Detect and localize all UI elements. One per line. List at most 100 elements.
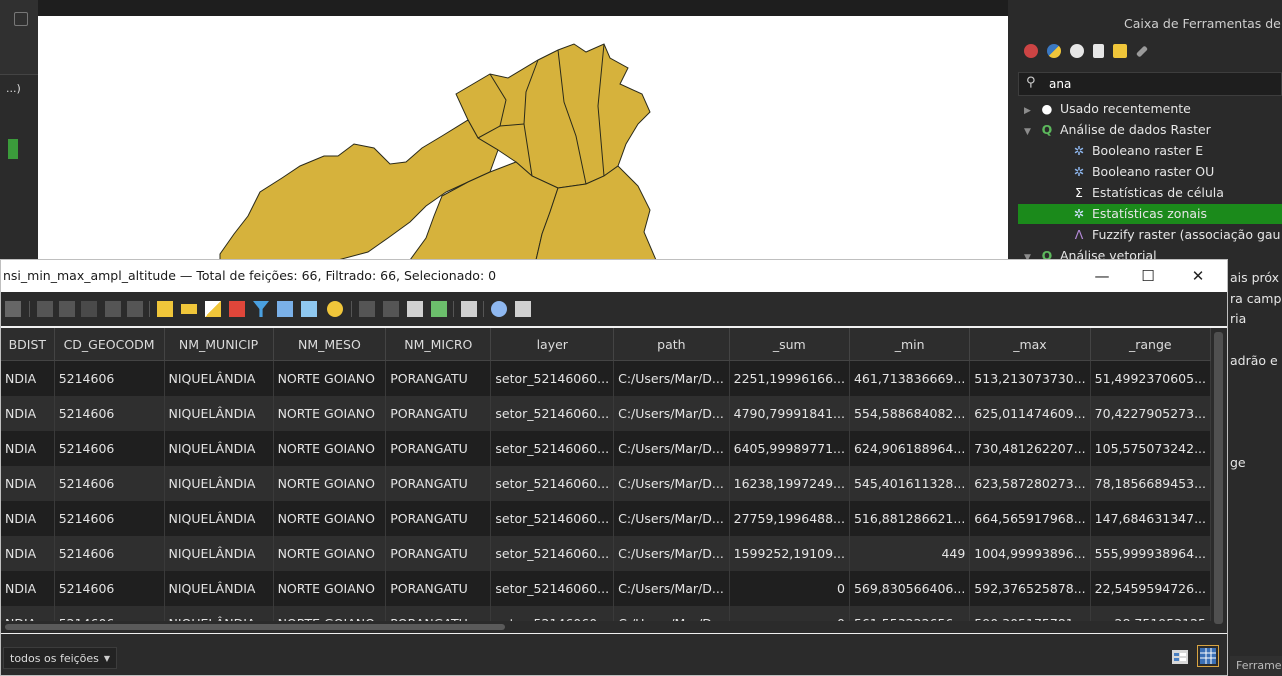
table-cell[interactable]: NORTE GOIANO	[273, 466, 387, 501]
tree-item-zonal-statistics[interactable]: ✲ Estatísticas zonais	[1018, 204, 1282, 224]
horizontal-scrollbar[interactable]	[1, 621, 1211, 633]
table-cell[interactable]: 5214606	[54, 396, 165, 431]
table-cell[interactable]: NDIA	[1, 466, 55, 501]
table-cell[interactable]: PORANGATU	[385, 536, 492, 571]
table-cell[interactable]: 625,011474609...	[969, 396, 1091, 431]
tree-item-raster-analysis[interactable]: ▼ Q Análise de dados Raster	[1024, 120, 1211, 140]
table-cell[interactable]: NORTE GOIANO	[273, 536, 387, 571]
table-cell[interactable]: PORANGATU	[385, 396, 492, 431]
save-edits-icon[interactable]	[59, 301, 75, 317]
table-cell[interactable]: NDIA	[1, 396, 55, 431]
move-selection-top-icon[interactable]	[277, 301, 293, 317]
table-cell[interactable]: 664,565917968...	[969, 501, 1091, 536]
tree-item-boolean-raster-and[interactable]: ✲ Booleano raster E	[1070, 141, 1203, 161]
select-all-icon[interactable]	[181, 304, 197, 314]
table-cell[interactable]: setor_52146060...	[490, 571, 615, 606]
scrollbar-thumb[interactable]	[1214, 332, 1223, 624]
feature-filter-dropdown[interactable]: todos os feições ▼	[3, 647, 117, 669]
options-wrench-icon[interactable]	[1135, 44, 1149, 58]
table-row[interactable]: NDIA5214606NIQUELÂNDIANORTE GOIANOPORANG…	[1, 501, 1211, 536]
new-field-icon[interactable]	[359, 301, 375, 317]
deselect-all-icon[interactable]	[229, 301, 245, 317]
table-cell[interactable]: 1599252,19109...	[729, 536, 850, 571]
table-cell[interactable]: 27759,1996488...	[729, 501, 850, 536]
table-cell[interactable]: PORANGATU	[385, 501, 492, 536]
table-cell[interactable]: 16238,1997249...	[729, 466, 850, 501]
column-header[interactable]: _sum	[729, 328, 850, 361]
vertical-scrollbar[interactable]	[1211, 328, 1227, 633]
table-cell[interactable]: 78,1856689453...	[1090, 466, 1211, 501]
table-cell[interactable]: C:/Users/Mar/D...	[613, 466, 730, 501]
table-cell[interactable]: setor_52146060...	[490, 466, 615, 501]
table-cell[interactable]: NIQUELÂNDIA	[164, 501, 274, 536]
table-cell[interactable]: 4790,79991841...	[729, 396, 850, 431]
table-cell[interactable]: C:/Users/Mar/D...	[613, 501, 730, 536]
table-cell[interactable]: PORANGATU	[385, 360, 492, 396]
table-cell[interactable]: 624,906188964...	[849, 431, 971, 466]
table-cell[interactable]: 0	[729, 571, 850, 606]
maximize-button[interactable]: ☐	[1125, 262, 1171, 290]
table-cell[interactable]: 2251,19996166...	[729, 360, 850, 396]
table-cell[interactable]: setor_52146060...	[490, 536, 615, 571]
table-cell[interactable]: 461,713836669...	[849, 360, 971, 396]
table-cell[interactable]: 6405,99989771...	[729, 431, 850, 466]
table-cell[interactable]: 5214606	[54, 431, 165, 466]
map-canvas[interactable]	[38, 16, 1008, 260]
table-cell[interactable]: C:/Users/Mar/D...	[613, 536, 730, 571]
edit-rendering-icon[interactable]	[1113, 44, 1127, 58]
table-cell[interactable]: 449	[849, 536, 971, 571]
scrollbar-thumb[interactable]	[5, 624, 505, 630]
conditional-formatting-icon[interactable]	[461, 301, 477, 317]
history-icon[interactable]	[1070, 44, 1084, 58]
table-cell[interactable]: NORTE GOIANO	[273, 571, 387, 606]
column-header[interactable]: NM_MICRO	[385, 328, 492, 361]
table-cell[interactable]: PORANGATU	[385, 571, 492, 606]
table-view-icon[interactable]	[1197, 645, 1219, 667]
tree-item-recent[interactable]: ▶ ● Usado recentemente	[1024, 99, 1191, 119]
column-header[interactable]: NM_MESO	[273, 328, 387, 361]
table-row[interactable]: NDIA5214606NIQUELÂNDIANORTE GOIANOPORANG…	[1, 360, 1211, 396]
table-cell[interactable]: 730,481262207...	[969, 431, 1091, 466]
table-cell[interactable]: 569,830566406...	[849, 571, 971, 606]
python-icon[interactable]	[1047, 44, 1061, 58]
add-feature-icon[interactable]	[105, 301, 121, 317]
select-by-expression-icon[interactable]	[157, 301, 173, 317]
table-cell[interactable]: NIQUELÂNDIA	[164, 396, 274, 431]
table-cell[interactable]: setor_52146060...	[490, 396, 615, 431]
table-cell[interactable]: NDIA	[1, 360, 55, 396]
table-row[interactable]: NDIA5214606NIQUELÂNDIANORTE GOIANOPORANG…	[1, 536, 1211, 571]
window-title-bar[interactable]: nsi_min_max_ampl_altitude — Total de fei…	[1, 260, 1227, 292]
invert-selection-icon[interactable]	[205, 301, 221, 317]
field-calculator-icon[interactable]	[431, 301, 447, 317]
collapse-arrow-icon[interactable]: ▼	[1024, 122, 1038, 142]
table-cell[interactable]: 554,588684082...	[849, 396, 971, 431]
table-cell[interactable]: NIQUELÂNDIA	[164, 466, 274, 501]
table-cell[interactable]: 70,4227905273...	[1090, 396, 1211, 431]
table-cell[interactable]: 5214606	[54, 360, 165, 396]
delete-feature-icon[interactable]	[127, 301, 143, 317]
table-cell[interactable]: NDIA	[1, 501, 55, 536]
table-cell[interactable]: setor_52146060...	[490, 431, 615, 466]
table-row[interactable]: NDIA5214606NIQUELÂNDIANORTE GOIANOPORANG…	[1, 396, 1211, 431]
table-cell[interactable]: 545,401611328...	[849, 466, 971, 501]
table-cell[interactable]: 555,999938964...	[1090, 536, 1211, 571]
toolbox-bottom-tab[interactable]: Ferrame	[1230, 656, 1282, 676]
table-cell[interactable]: C:/Users/Mar/D...	[613, 571, 730, 606]
table-cell[interactable]: 5214606	[54, 501, 165, 536]
table-cell[interactable]: C:/Users/Mar/D...	[613, 396, 730, 431]
minimize-button[interactable]: —	[1079, 262, 1125, 290]
actions-icon[interactable]	[515, 301, 531, 317]
models-icon[interactable]	[1024, 44, 1038, 58]
table-cell[interactable]: 22,5459594726...	[1090, 571, 1211, 606]
table-cell[interactable]: 5214606	[54, 466, 165, 501]
table-cell[interactable]: PORANGATU	[385, 466, 492, 501]
table-cell[interactable]: C:/Users/Mar/D...	[613, 360, 730, 396]
reload-icon[interactable]	[81, 301, 97, 317]
delete-field-icon[interactable]	[383, 301, 399, 317]
column-header[interactable]: layer	[490, 328, 615, 361]
table-cell[interactable]: NIQUELÂNDIA	[164, 536, 274, 571]
table-row[interactable]: NDIA5214606NIQUELÂNDIANORTE GOIANOPORANG…	[1, 571, 1211, 606]
table-cell[interactable]: NDIA	[1, 431, 55, 466]
selected-layer-marker[interactable]	[8, 139, 18, 159]
column-header[interactable]: _range	[1090, 328, 1211, 361]
